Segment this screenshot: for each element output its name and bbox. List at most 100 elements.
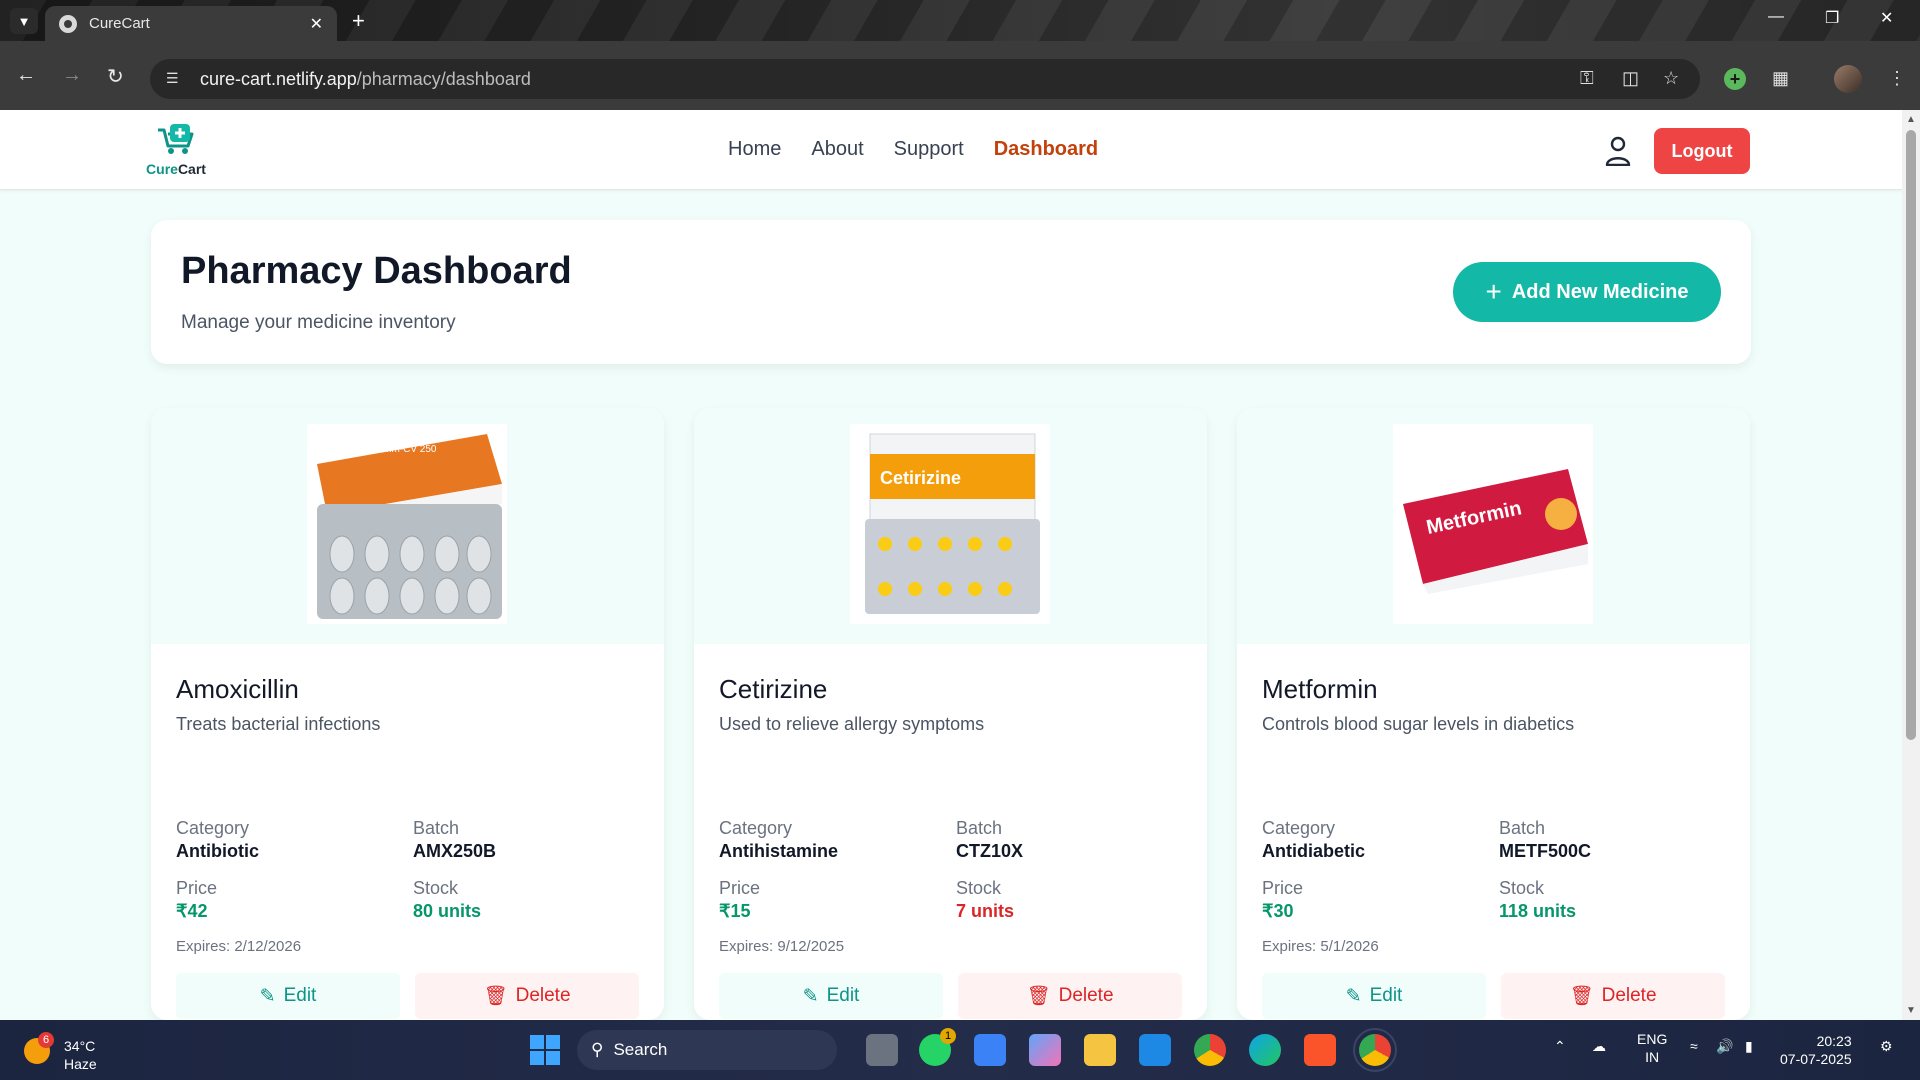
- logo-wordmark: CureCart: [146, 161, 206, 177]
- main-nav: Home About Support Dashboard: [728, 138, 1098, 161]
- battery-icon[interactable]: ▮: [1745, 1038, 1753, 1055]
- extensions-puzzle-icon[interactable]: ▦: [1772, 68, 1789, 89]
- medicine-name: Cetirizine: [719, 674, 828, 704]
- onedrive-icon[interactable]: ☁: [1592, 1038, 1606, 1055]
- cart-logo-icon: [158, 124, 194, 154]
- logout-button[interactable]: Logout: [1654, 128, 1750, 174]
- address-bar[interactable]: cure-cart.netlify.app/pharmacy/dashboard: [150, 59, 1700, 99]
- edit-label: Edit: [1369, 985, 1403, 1006]
- category-value: Antidiabetic: [1262, 841, 1366, 861]
- medicine-image-area: Cetirizine: [694, 408, 1207, 644]
- pencil-icon: ✎: [259, 985, 276, 1007]
- volume-icon[interactable]: 🔊: [1716, 1038, 1733, 1055]
- clock-date: 07-07-2025: [1780, 1051, 1852, 1067]
- windows-taskbar: 6 34°C Haze ⚲ Search 1 ⌃ ☁ ENG IN ≈ 🔊 ▮ 2…: [0, 1020, 1920, 1080]
- medicine-card: Cetirizine Cetirizine Used to relieve al…: [694, 408, 1207, 1020]
- tab-close-icon[interactable]: ✕: [310, 14, 323, 34]
- nav-dashboard[interactable]: Dashboard: [994, 138, 1098, 161]
- nav-home[interactable]: Home: [728, 138, 781, 161]
- dashboard-hero-card: Pharmacy Dashboard Manage your medicine …: [151, 220, 1751, 364]
- file-explorer-icon[interactable]: [1084, 1034, 1116, 1066]
- system-clock[interactable]: 20:23 07-07-2025: [1780, 1032, 1852, 1068]
- delete-label: Delete: [515, 985, 571, 1006]
- category-value: Antibiotic: [176, 841, 259, 861]
- taskbar-search[interactable]: ⚲ Search: [577, 1030, 837, 1070]
- new-tab-icon[interactable]: +: [352, 8, 365, 34]
- delete-button[interactable]: 🗑 Delete: [958, 973, 1182, 1019]
- forward-icon[interactable]: →: [62, 64, 82, 87]
- edge-icon[interactable]: [1249, 1034, 1281, 1066]
- weather-widget[interactable]: 6 34°C Haze: [20, 1030, 110, 1072]
- wifi-icon[interactable]: ≈: [1690, 1038, 1698, 1054]
- bookmark-star-icon[interactable]: ☆: [1663, 68, 1679, 89]
- batch-value: CTZ10X: [956, 841, 1024, 861]
- back-icon[interactable]: ←: [16, 64, 36, 87]
- delete-button[interactable]: 🗑 Delete: [415, 973, 639, 1019]
- windows-start-icon[interactable]: [530, 1035, 560, 1065]
- curecart-logo[interactable]: CureCart: [146, 124, 206, 180]
- edit-label: Edit: [283, 985, 317, 1006]
- notification-bell-icon[interactable]: ⚙: [1880, 1038, 1893, 1055]
- extension-plus-icon[interactable]: +: [1724, 68, 1746, 90]
- medicine-card: Amoxyemm-CV 250 Amoxicillin Treats bacte…: [151, 408, 664, 1020]
- delete-button[interactable]: 🗑 Delete: [1501, 973, 1725, 1019]
- tray-overflow-icon[interactable]: ⌃: [1554, 1038, 1566, 1055]
- minimize-icon[interactable]: —: [1768, 8, 1784, 26]
- trash-icon: 🗑: [483, 986, 508, 1007]
- price-value: ₹15: [719, 901, 751, 921]
- medicine-description: Used to relieve allergy symptoms: [719, 714, 985, 734]
- delete-label: Delete: [1058, 985, 1114, 1006]
- page-title: Pharmacy Dashboard: [181, 250, 572, 292]
- price-label: Price: [1262, 878, 1304, 898]
- category-label: Category: [176, 818, 250, 838]
- weather-condition: Haze: [64, 1056, 97, 1072]
- task-view-icon[interactable]: [866, 1034, 898, 1066]
- image-label: Cetirizine: [880, 468, 961, 488]
- copilot-icon[interactable]: [1029, 1034, 1061, 1066]
- nav-support[interactable]: Support: [894, 138, 964, 161]
- add-new-medicine-label: Add New Medicine: [1511, 280, 1689, 303]
- site-info-icon[interactable]: ☰: [166, 70, 184, 86]
- stock-value: 7 units: [956, 901, 1015, 921]
- scroll-up-icon[interactable]: ▲: [1906, 114, 1916, 125]
- pencil-icon: ✎: [1345, 985, 1362, 1007]
- close-window-icon[interactable]: ✕: [1880, 8, 1893, 28]
- category-value: Antihistamine: [719, 841, 839, 861]
- browser-menu-icon[interactable]: ⋮: [1888, 68, 1906, 89]
- clock-time: 20:23: [1816, 1033, 1852, 1049]
- edit-button[interactable]: ✎ Edit: [719, 973, 943, 1019]
- medicine-description: Treats bacterial infections: [176, 714, 381, 734]
- reload-icon[interactable]: ↻: [107, 64, 124, 89]
- chrome-active-icon[interactable]: [1353, 1028, 1397, 1072]
- page-scrollbar[interactable]: ▲ ▼: [1902, 110, 1920, 1020]
- tab-favicon-icon: [59, 14, 77, 33]
- chrome-icon[interactable]: [1194, 1034, 1226, 1066]
- whatsapp-badge: 1: [940, 1028, 956, 1044]
- edit-button[interactable]: ✎ Edit: [176, 973, 400, 1019]
- delete-label: Delete: [1601, 985, 1657, 1006]
- password-key-icon[interactable]: ⚿: [1580, 68, 1594, 89]
- scrollbar-thumb[interactable]: [1906, 130, 1916, 740]
- batch-label: Batch: [413, 818, 460, 838]
- price-label: Price: [719, 878, 761, 898]
- scroll-down-icon[interactable]: ▼: [1906, 1005, 1916, 1016]
- tab-search-menu-icon[interactable]: ▼: [10, 8, 38, 34]
- install-app-icon[interactable]: ◫: [1622, 68, 1639, 89]
- vscode-icon[interactable]: [1139, 1034, 1171, 1066]
- expiry-date: Expires: 2/12/2026: [176, 938, 302, 955]
- microsoft-store-icon[interactable]: [974, 1034, 1006, 1066]
- image-label: Amoxyemm-CV 250: [347, 444, 437, 455]
- add-new-medicine-button[interactable]: + Add New Medicine: [1453, 262, 1721, 322]
- language-indicator[interactable]: ENG IN: [1637, 1030, 1667, 1066]
- browser-tab[interactable]: CureCart ✕: [45, 6, 337, 41]
- url-host: cure-cart.netlify.app: [200, 68, 357, 89]
- medicine-image-area: Metformin: [1237, 408, 1750, 644]
- profile-avatar[interactable]: [1834, 65, 1862, 93]
- brave-icon[interactable]: [1304, 1034, 1336, 1066]
- restore-icon[interactable]: ❐: [1825, 8, 1839, 28]
- edit-button[interactable]: ✎ Edit: [1262, 973, 1486, 1019]
- price-label: Price: [176, 878, 218, 898]
- nav-about[interactable]: About: [811, 138, 863, 161]
- user-profile-icon[interactable]: [1605, 136, 1631, 166]
- batch-label: Batch: [1499, 818, 1546, 838]
